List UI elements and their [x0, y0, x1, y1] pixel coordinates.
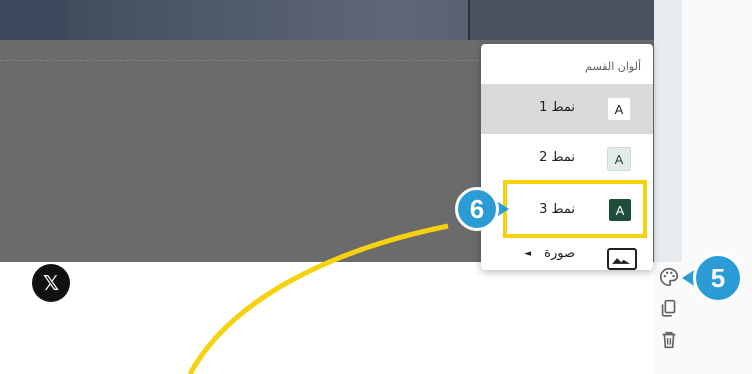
menu-header: ألوان القسم: [585, 60, 641, 73]
swatch-style-2: A: [607, 147, 631, 171]
image-icon: [607, 248, 637, 270]
highlight-box: [503, 180, 647, 238]
menu-item-style-1[interactable]: A نمط 1: [481, 84, 653, 134]
header-image: [0, 0, 656, 40]
menu-item-label: نمط 1: [539, 100, 575, 115]
menu-item-label: نمط 2: [539, 150, 575, 165]
menu-item-label: صورة: [544, 246, 575, 261]
submenu-arrow-icon: ◄: [524, 249, 531, 259]
header-image-left: [0, 0, 68, 40]
menu-item-image[interactable]: صورة ◄: [481, 240, 653, 270]
palette-icon[interactable]: [658, 266, 680, 288]
trash-icon[interactable]: [658, 329, 680, 351]
copy-icon[interactable]: [658, 297, 680, 319]
menu-item-style-2[interactable]: A نمط 2: [481, 134, 653, 184]
x-social-icon[interactable]: 𝕏: [32, 264, 70, 302]
header-image-right: [468, 0, 656, 40]
right-panel-strip: [654, 0, 682, 262]
callout-step-5: 5: [693, 253, 743, 303]
callout-step-6: 6: [455, 187, 499, 231]
swatch-style-1: A: [607, 97, 631, 121]
